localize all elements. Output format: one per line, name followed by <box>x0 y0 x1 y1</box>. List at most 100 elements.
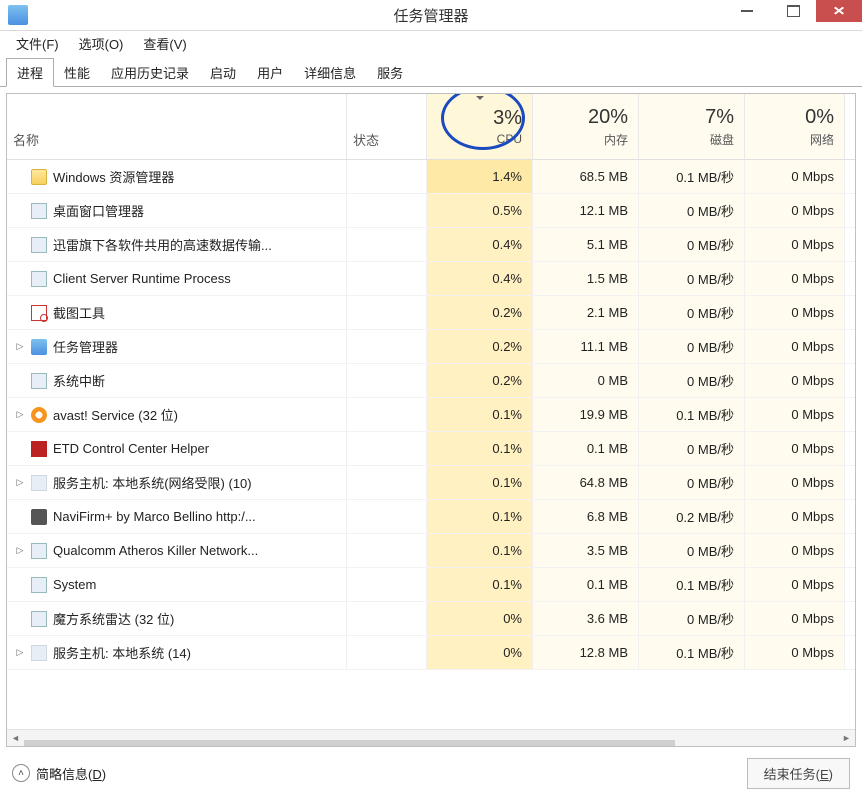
column-headers: 名称 状态 3% CPU 20% 内存 7% 磁盘 0% 网络 <box>7 94 855 160</box>
process-name: 服务主机: 本地系统 (14) <box>53 643 191 662</box>
cell-state <box>347 228 427 261</box>
fewer-details-button[interactable]: ˄ 简略信息(D) <box>12 764 106 783</box>
cell-name: ▷迅雷旗下各软件共用的高速数据传输... <box>7 228 347 261</box>
cell-disk: 0 MB/秒 <box>639 534 745 567</box>
cell-cpu: 0.2% <box>427 296 533 329</box>
cell-state <box>347 194 427 227</box>
expand-icon[interactable]: ▷ <box>15 409 25 420</box>
cell-mem: 11.1 MB <box>533 330 639 363</box>
cell-state <box>347 160 427 193</box>
cell-name: ▷Qualcomm Atheros Killer Network... <box>7 534 347 567</box>
cell-cpu: 0.1% <box>427 568 533 601</box>
process-name: 迅雷旗下各软件共用的高速数据传输... <box>53 235 272 254</box>
col-net-value: 0% <box>805 106 834 129</box>
cell-net: 0 Mbps <box>745 466 845 499</box>
scroll-left-icon[interactable]: ◄ <box>7 730 24 747</box>
cell-net: 0 Mbps <box>745 602 845 635</box>
tab-details[interactable]: 详细信息 <box>293 58 367 86</box>
cell-name: ▷ 服务主机: 本地系统(网络受限) (10) <box>7 466 347 499</box>
cell-cpu: 0% <box>427 602 533 635</box>
col-cpu[interactable]: 3% CPU <box>427 94 533 159</box>
tab-services[interactable]: 服务 <box>366 58 414 86</box>
cell-net: 0 Mbps <box>745 636 845 669</box>
process-name: Windows 资源管理器 <box>53 167 174 186</box>
bottombar: ˄ 简略信息(D) 结束任务(E) <box>0 753 862 793</box>
table-row[interactable]: ▷avast! Service (32 位)0.1%19.9 MB0.1 MB/… <box>7 398 855 432</box>
horizontal-scrollbar[interactable]: ◄ ► <box>7 729 855 746</box>
tab-processes[interactable]: 进程 <box>6 58 54 87</box>
cell-cpu: 1.4% <box>427 160 533 193</box>
table-row[interactable]: ▷系统中断0.2%0 MB0 MB/秒0 Mbps <box>7 364 855 398</box>
close-button[interactable] <box>816 0 862 22</box>
table-row[interactable]: ▷NaviFirm+ by Marco Bellino http:/...0.1… <box>7 500 855 534</box>
expand-icon[interactable]: ▷ <box>15 647 25 658</box>
cell-mem: 68.5 MB <box>533 160 639 193</box>
table-row[interactable]: ▷桌面窗口管理器0.5%12.1 MB0 MB/秒0 Mbps <box>7 194 855 228</box>
menu-options[interactable]: 选项(O) <box>69 32 134 55</box>
col-network[interactable]: 0% 网络 <box>745 94 845 159</box>
cell-net: 0 Mbps <box>745 194 845 227</box>
scroll-thumb[interactable] <box>24 740 675 747</box>
cell-mem: 5.1 MB <box>533 228 639 261</box>
process-name: 桌面窗口管理器 <box>53 201 144 220</box>
col-mem-label: 内存 <box>604 131 628 148</box>
cell-state <box>347 398 427 431</box>
cell-disk: 0 MB/秒 <box>639 602 745 635</box>
col-name-label: 名称 <box>13 130 39 149</box>
cell-net: 0 Mbps <box>745 534 845 567</box>
end-task-button[interactable]: 结束任务(E) <box>747 758 850 789</box>
cell-mem: 64.8 MB <box>533 466 639 499</box>
cell-mem: 0.1 MB <box>533 432 639 465</box>
table-row[interactable]: ▷服务主机: 本地系统 (14)0%12.8 MB0.1 MB/秒0 Mbps <box>7 636 855 670</box>
cell-cpu: 0.1% <box>427 500 533 533</box>
cell-disk: 0.2 MB/秒 <box>639 500 745 533</box>
cell-net: 0 Mbps <box>745 262 845 295</box>
cell-state <box>347 364 427 397</box>
maximize-button[interactable] <box>770 0 816 22</box>
cell-mem: 12.8 MB <box>533 636 639 669</box>
cell-name: ▷任务管理器 <box>7 330 347 363</box>
minimize-button[interactable] <box>724 0 770 22</box>
table-row[interactable]: ▷ETD Control Center Helper0.1%0.1 MB0 MB… <box>7 432 855 466</box>
process-name: 系统中断 <box>53 371 105 390</box>
tab-users[interactable]: 用户 <box>246 58 294 86</box>
process-icon <box>31 407 47 423</box>
app-icon <box>8 5 28 25</box>
menu-view[interactable]: 查看(V) <box>133 32 196 55</box>
cell-cpu: 0.1% <box>427 534 533 567</box>
cell-net: 0 Mbps <box>745 364 845 397</box>
cell-state <box>347 466 427 499</box>
cell-disk: 0 MB/秒 <box>639 466 745 499</box>
cell-cpu: 0.1% <box>427 466 533 499</box>
expand-icon[interactable]: ▷ <box>15 477 25 488</box>
scroll-right-icon[interactable]: ► <box>838 730 855 747</box>
col-net-label: 网络 <box>810 131 834 148</box>
cell-cpu: 0.4% <box>427 228 533 261</box>
tab-startup[interactable]: 启动 <box>199 58 247 86</box>
table-row[interactable]: ▷ 服务主机: 本地系统(网络受限) (10) 0.1%64.8 MB0 MB/秒0… <box>7 466 855 500</box>
cell-cpu: 0% <box>427 636 533 669</box>
menubar: 文件(F) 选项(O) 查看(V) <box>0 31 862 55</box>
col-memory[interactable]: 20% 内存 <box>533 94 639 159</box>
table-row[interactable]: ▷System0.1%0.1 MB0.1 MB/秒0 Mbps <box>7 568 855 602</box>
table-row[interactable]: ▷Windows 资源管理器1.4%68.5 MB0.1 MB/秒0 Mbps <box>7 160 855 194</box>
cell-disk: 0 MB/秒 <box>639 432 745 465</box>
table-row[interactable]: ▷迅雷旗下各软件共用的高速数据传输...0.4%5.1 MB0 MB/秒0 Mb… <box>7 228 855 262</box>
expand-icon[interactable]: ▷ <box>15 341 25 352</box>
table-row[interactable]: ▷Qualcomm Atheros Killer Network...0.1%3… <box>7 534 855 568</box>
expand-icon[interactable]: ▷ <box>15 545 25 556</box>
table-row[interactable]: ▷任务管理器0.2%11.1 MB0 MB/秒0 Mbps <box>7 330 855 364</box>
col-disk-value: 7% <box>705 106 734 129</box>
col-disk[interactable]: 7% 磁盘 <box>639 94 745 159</box>
tab-performance[interactable]: 性能 <box>53 58 101 86</box>
table-row[interactable]: ▷Client Server Runtime Process0.4%1.5 MB… <box>7 262 855 296</box>
table-row[interactable]: ▷截图工具0.2%2.1 MB0 MB/秒0 Mbps <box>7 296 855 330</box>
cell-net: 0 Mbps <box>745 432 845 465</box>
process-name: 服务主机: 本地系统(网络受限) (10) <box>53 473 252 492</box>
col-name[interactable]: 名称 <box>7 94 347 159</box>
col-state[interactable]: 状态 <box>347 94 427 159</box>
table-row[interactable]: ▷魔方系统雷达 (32 位)0%3.6 MB0 MB/秒0 Mbps <box>7 602 855 636</box>
process-icon <box>31 543 47 559</box>
tab-app-history[interactable]: 应用历史记录 <box>100 58 200 86</box>
menu-file[interactable]: 文件(F) <box>6 32 69 55</box>
